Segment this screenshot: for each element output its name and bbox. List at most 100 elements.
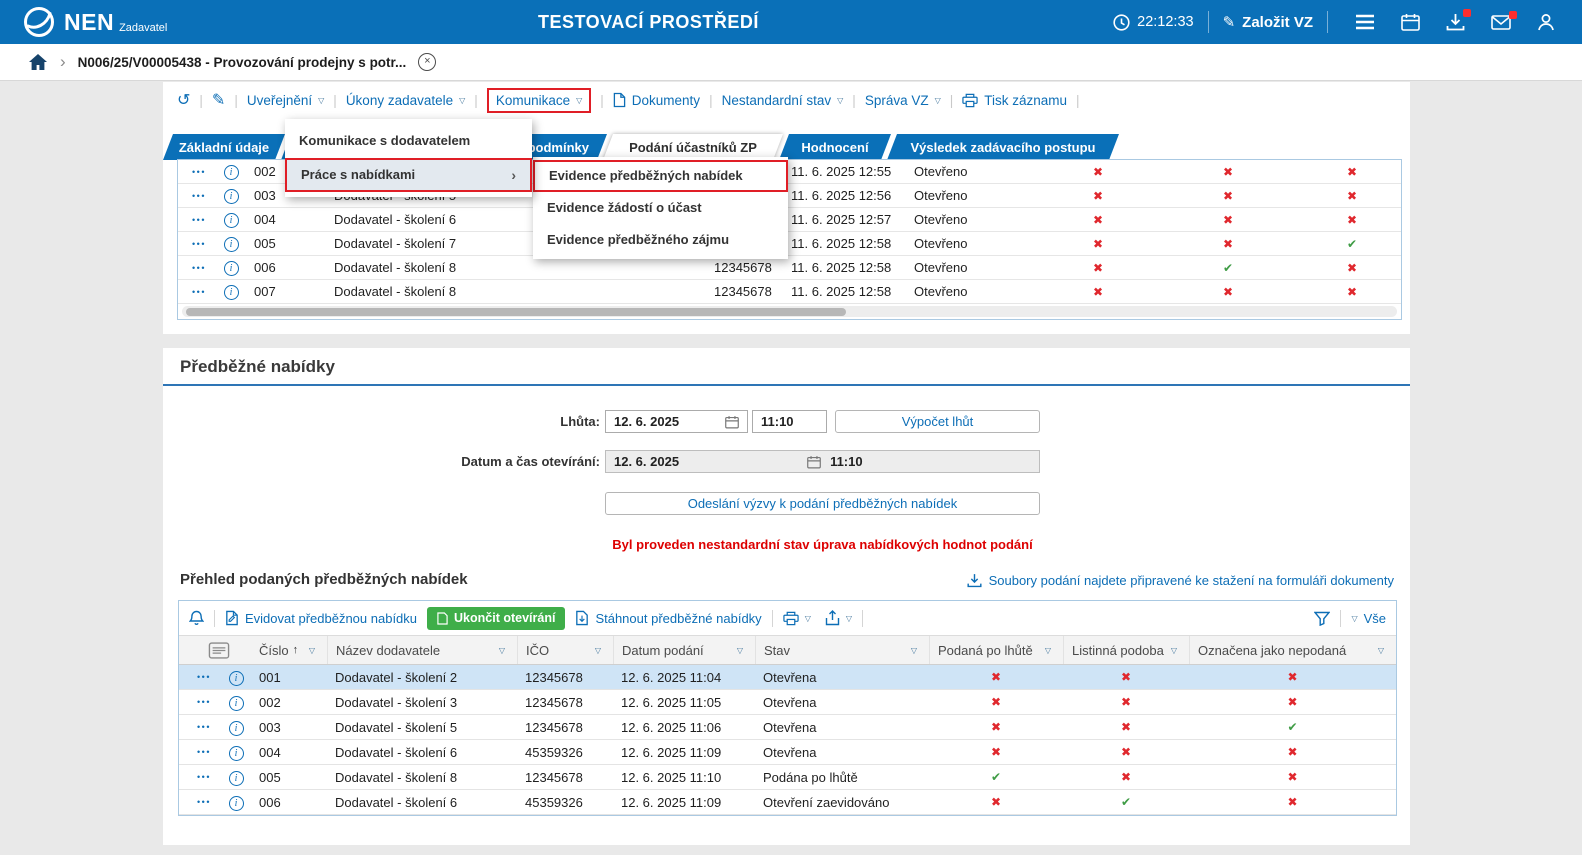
download-offers-button[interactable]: Stáhnout předběžné nabídky: [575, 610, 761, 626]
close-record-icon[interactable]: ×: [418, 53, 436, 71]
table-row[interactable]: ••• i 007 Dodavatel - školení 8 12345678…: [178, 280, 1401, 304]
clock-icon: [1113, 14, 1130, 31]
menu-item-evidence-predbeznych-nabidek[interactable]: Evidence předběžných nabídek: [533, 160, 788, 192]
column-header-cislo[interactable]: Číslo ↑ ▽: [251, 636, 327, 664]
row-actions-icon[interactable]: •••: [187, 797, 221, 807]
info-icon[interactable]: i: [224, 189, 239, 204]
calendar-icon[interactable]: [725, 415, 739, 429]
scrollbar-thumb[interactable]: [186, 308, 846, 316]
cell-supplier: Dodavatel - školení 8: [327, 770, 517, 785]
column-settings-icon[interactable]: [187, 642, 251, 659]
menu-item-evidence-predbezneho-zajmu[interactable]: Evidence předběžného zájmu: [533, 224, 788, 256]
column-header-nepodana[interactable]: Označena jako nepodaná▽: [1189, 636, 1396, 664]
column-header-listinna[interactable]: Listinná podoba▽: [1063, 636, 1189, 664]
nen-logo-icon: [22, 5, 56, 39]
notification-badge: [1463, 9, 1471, 17]
caret-down-icon: ▽: [459, 96, 465, 105]
info-icon[interactable]: i: [229, 721, 244, 736]
column-header-stav[interactable]: Stav▽: [755, 636, 929, 664]
cell-late-flag: ✖: [1043, 189, 1153, 203]
row-actions-icon[interactable]: •••: [182, 263, 216, 273]
row-actions-icon[interactable]: •••: [187, 747, 221, 757]
view-filter-dropdown[interactable]: ▽ Vše: [1351, 611, 1386, 626]
column-header-po-lhute[interactable]: Podaná po lhůtě▽: [929, 636, 1063, 664]
record-tab-title[interactable]: N006/25/V00005438 - Provozování prodejny…: [78, 55, 407, 70]
submission-files-link[interactable]: Soubory podání najdete připravené ke sta…: [967, 573, 1394, 588]
menu-ukony-zadavatele[interactable]: Úkony zadavatele▽: [346, 93, 465, 108]
horizontal-scrollbar: [182, 306, 1397, 317]
finish-opening-button[interactable]: Ukončit otevírání: [427, 607, 565, 630]
tab-vysledek-zadavaciho-postupu[interactable]: Výsledek zadávacího postupu: [889, 134, 1117, 160]
user-account-icon[interactable]: [1537, 13, 1555, 31]
row-actions-icon[interactable]: •••: [182, 215, 216, 225]
calendar-icon[interactable]: [1401, 13, 1420, 31]
downloads-icon[interactable]: [1446, 13, 1465, 31]
table-row[interactable]: ••• i 003 Dodavatel - školení 5 12345678…: [179, 715, 1396, 740]
refresh-icon[interactable]: ↺: [177, 90, 190, 110]
print-record-button[interactable]: Tisk záznamu: [962, 93, 1067, 108]
info-icon[interactable]: i: [224, 165, 239, 180]
print-list-button[interactable]: ▽: [783, 611, 811, 626]
info-icon[interactable]: i: [229, 771, 244, 786]
create-vz-button[interactable]: ✎ Založit VZ: [1223, 13, 1313, 31]
row-actions-icon[interactable]: •••: [182, 287, 216, 297]
compute-deadlines-button[interactable]: Výpočet lhůt: [835, 410, 1040, 433]
cell-supplier: Dodavatel - školení 8: [326, 260, 706, 275]
table-row[interactable]: ••• i 006 Dodavatel - školení 8 12345678…: [178, 256, 1401, 280]
info-icon[interactable]: i: [224, 261, 239, 276]
cell-paper-flag: ✖: [1063, 670, 1189, 684]
cell-date: 11. 6. 2025 12:55: [783, 164, 906, 179]
menu-item-komunikace-s-dodavatelem[interactable]: Komunikace s dodavatelem: [285, 124, 532, 158]
caret-down-icon: ▽: [805, 614, 811, 623]
table-row[interactable]: ••• i 005 Dodavatel - školení 7 12345678…: [178, 232, 1401, 256]
deadline-date-field[interactable]: 12. 6. 2025: [605, 410, 748, 433]
tab-zakladni-udaje[interactable]: Základní údaje: [165, 134, 283, 160]
menu-nestandardni-stav[interactable]: Nestandardní stav▽: [722, 93, 844, 108]
opening-datetime-field[interactable]: 12. 6. 2025 11:10: [605, 450, 1040, 473]
column-header-datum[interactable]: Datum podání▽: [613, 636, 755, 664]
menu-sprava-vz[interactable]: Správa VZ▽: [865, 93, 941, 108]
edit-icon[interactable]: ✎: [212, 90, 225, 110]
column-header-ico[interactable]: IČO▽: [517, 636, 613, 664]
info-icon[interactable]: i: [229, 696, 244, 711]
send-call-button[interactable]: Odeslání výzvy k podání předběžných nabí…: [605, 492, 1040, 515]
table-row[interactable]: ••• i 005 Dodavatel - školení 8 12345678…: [179, 765, 1396, 790]
calendar-icon[interactable]: [807, 455, 821, 469]
register-offer-button[interactable]: Evidovat předběžnou nabídku: [225, 610, 417, 626]
info-icon[interactable]: i: [224, 285, 239, 300]
row-actions-icon[interactable]: •••: [182, 191, 216, 201]
row-actions-icon[interactable]: •••: [187, 722, 221, 732]
menu-uverejneni[interactable]: Uveřejnění▽: [247, 93, 324, 108]
menu-item-evidence-zadosti-o-ucast[interactable]: Evidence žádostí o účast: [533, 192, 788, 224]
cell-date: 12. 6. 2025 11:09: [613, 795, 755, 810]
row-actions-icon[interactable]: •••: [187, 772, 221, 782]
deadline-time-field[interactable]: 11:10: [752, 410, 827, 433]
row-actions-icon[interactable]: •••: [187, 697, 221, 707]
filter-icon[interactable]: [1314, 611, 1330, 626]
row-actions-icon[interactable]: •••: [187, 672, 221, 682]
table-row[interactable]: ••• i 002 Dodavatel - školení 3 12345678…: [179, 690, 1396, 715]
info-icon[interactable]: i: [229, 671, 244, 686]
bell-icon[interactable]: [189, 610, 204, 626]
menu-item-prace-s-nabidkami[interactable]: Práce s nabídkami ›: [285, 158, 532, 192]
table-row[interactable]: ••• i 004 Dodavatel - školení 6 45359326…: [179, 740, 1396, 765]
menu-komunikace[interactable]: Komunikace▽: [487, 88, 591, 113]
export-button[interactable]: ▽: [825, 610, 852, 626]
tab-hodnoceni[interactable]: Hodnocení: [781, 134, 889, 160]
home-icon[interactable]: [28, 53, 48, 71]
row-actions-icon[interactable]: •••: [182, 239, 216, 249]
hamburger-menu-icon[interactable]: [1355, 14, 1375, 30]
messages-icon[interactable]: [1491, 15, 1511, 30]
table-row[interactable]: ••• i 006 Dodavatel - školení 6 45359326…: [179, 790, 1396, 815]
menu-dokumenty[interactable]: Dokumenty: [613, 92, 700, 108]
info-icon[interactable]: i: [229, 746, 244, 761]
info-icon[interactable]: i: [224, 213, 239, 228]
info-icon[interactable]: i: [224, 237, 239, 252]
nen-logo[interactable]: NEN Zadavatel: [22, 5, 167, 39]
offers-table-block: Evidovat předběžnou nabídku Ukončit otev…: [178, 600, 1397, 816]
column-header-nazev[interactable]: Název dodavatele▽: [327, 636, 517, 664]
row-actions-icon[interactable]: •••: [182, 167, 216, 177]
table-row[interactable]: ••• i 001 Dodavatel - školení 2 12345678…: [179, 665, 1396, 690]
table-row[interactable]: ••• i 004 Dodavatel - školení 6 12345678…: [178, 208, 1401, 232]
info-icon[interactable]: i: [229, 796, 244, 811]
